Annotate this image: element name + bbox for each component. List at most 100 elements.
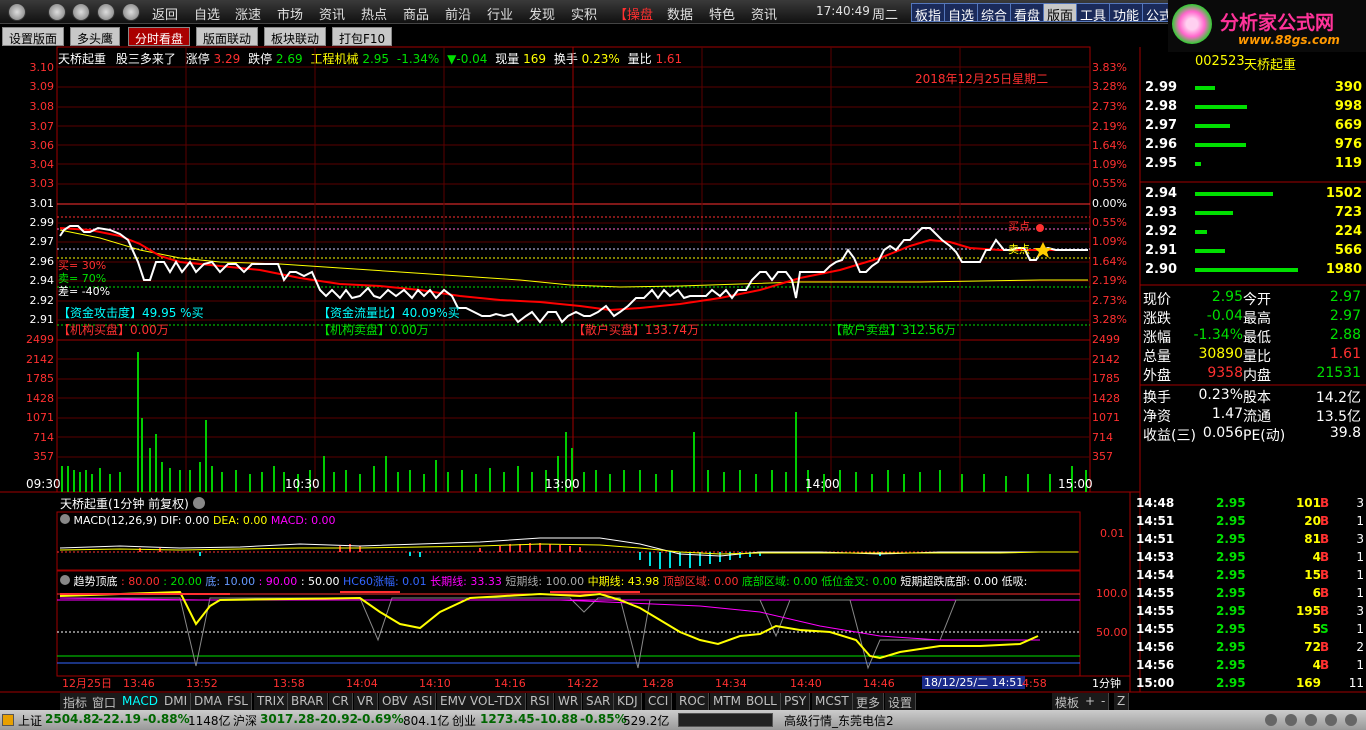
tick-direction: B [1320, 496, 1330, 510]
stock-name-right: 天桥起重 [1244, 58, 1297, 73]
indicator-tab[interactable]: MCST [812, 693, 853, 710]
trend-long: 长期线: 33.33 [430, 575, 502, 588]
vol-tick: 714 [33, 431, 54, 444]
price-tick: 3.09 [29, 80, 55, 93]
indicator-tab[interactable]: TRIX [254, 693, 289, 710]
bid-bar [1195, 230, 1207, 234]
ask-bar [1195, 143, 1246, 147]
cy-pct: -0.85% [580, 712, 627, 726]
vol-tick: 1785 [26, 372, 54, 385]
z-button[interactable]: Z [1114, 693, 1130, 710]
quote-row: 现价 2.95 今开 2.97 [1143, 289, 1365, 308]
settings-icon[interactable] [193, 497, 205, 509]
quote-value: -0.04 [1206, 308, 1243, 324]
vol-tick: 357 [33, 450, 54, 463]
cy-index: 1273.45 [480, 712, 535, 726]
indicator-tab[interactable]: SAR [583, 693, 615, 710]
indicator-tab[interactable]: KDJ [614, 693, 642, 710]
template-button[interactable]: 模板 [1052, 693, 1084, 710]
tick-price: 2.95 [1216, 550, 1246, 564]
status-bar: 上证 2504.82 -22.19 -0.88% 1148亿 沪深 3017.2… [0, 710, 1366, 730]
tick-direction: B [1320, 532, 1330, 546]
tick-price: 2.95 [1216, 496, 1246, 510]
vol-tick: 1071 [26, 411, 54, 424]
alert-icon[interactable] [1265, 714, 1277, 726]
ask-bar [1195, 105, 1247, 109]
indicator-tab[interactable]: WR [555, 693, 583, 710]
sh-pct: -0.88% [143, 712, 190, 726]
dea-value: DEA: 0.00 [212, 514, 268, 527]
tick-count: 3 [1356, 604, 1364, 618]
macd-settings-icon[interactable] [60, 514, 70, 524]
sub-time-tick: 14:28 [642, 677, 674, 690]
indicator-tab[interactable]: DMI [161, 693, 192, 710]
vol-tick: 1785 [1092, 372, 1120, 385]
indicator-tab-macd[interactable]: MACD [119, 693, 162, 710]
tick-price: 2.95 [1216, 676, 1246, 690]
quote-value: 1.61 [1329, 346, 1361, 362]
sub-time-tick: 4:58 [1022, 677, 1047, 690]
indicator-tab[interactable]: FSL [224, 693, 252, 710]
indicator-tab[interactable]: EMV [437, 693, 471, 710]
ask-bar [1195, 124, 1230, 128]
indicator-tab[interactable]: RSI [527, 693, 554, 710]
price-tick: 3.06 [29, 139, 55, 152]
quote-value: 1.47 [1211, 406, 1243, 422]
indicator-tab[interactable]: 窗口 [89, 693, 121, 710]
ask-qty: 669 [1334, 118, 1362, 133]
tick-count: 1 [1356, 586, 1364, 600]
lock-icon[interactable] [1305, 714, 1317, 726]
market-icon[interactable] [2, 714, 14, 726]
indicator-tab[interactable]: VR [354, 693, 378, 710]
pct-tick: 0.55% [1092, 177, 1127, 190]
sz-change: -20.92 [315, 712, 358, 726]
zoom-in-button[interactable]: + [1082, 693, 1100, 710]
diff-ratio: 差= -40% [58, 285, 111, 298]
sh-index: 2504.82 [45, 712, 100, 726]
indicator-tab[interactable]: BOLL [743, 693, 781, 710]
tick-count: 1 [1356, 658, 1364, 672]
indicator-tab[interactable]: 指标 [60, 693, 92, 710]
server-name[interactable]: 高级行情_东莞电信2 [784, 712, 894, 729]
message-icon[interactable] [1285, 714, 1297, 726]
trend-settings-icon[interactable] [60, 575, 70, 585]
quote-label: 涨跌 [1143, 311, 1171, 327]
period-label[interactable]: 1分钟 [1092, 677, 1121, 690]
sz-pct: -0.69% [357, 712, 404, 726]
settings-icon[interactable] [1345, 714, 1357, 726]
tick-price: 2.95 [1216, 604, 1246, 618]
quote-label: 现价 [1143, 292, 1171, 308]
indicator-tab[interactable]: BRAR [288, 693, 328, 710]
indicator-tab[interactable]: 设置 [885, 693, 917, 710]
indicator-tab[interactable]: MTM [710, 693, 746, 710]
indicator-tab[interactable]: OBV [379, 693, 412, 710]
indicator-tab[interactable]: 更多 [853, 693, 885, 710]
tick-row: 14:53 2.95 4 B 1 [1134, 550, 1366, 568]
trend-low: 低吸: [1001, 575, 1028, 588]
indicator-tab[interactable]: CCI [645, 693, 673, 710]
indicator-tab[interactable]: CR [329, 693, 353, 710]
tick-row: 14:54 2.95 15 B 1 [1134, 568, 1366, 586]
sub-time-tick: 14:16 [494, 677, 526, 690]
connect-icon[interactable] [1325, 714, 1337, 726]
bid-qty: 1980 [1325, 262, 1362, 277]
tick-count: 1 [1356, 622, 1364, 636]
tick-price: 2.95 [1216, 658, 1246, 672]
zoom-out-button[interactable]: - [1098, 693, 1110, 710]
ask-price: 2.95 [1145, 156, 1178, 171]
ask-price: 2.98 [1145, 99, 1178, 114]
tick-count: 3 [1356, 532, 1364, 546]
tick-count: 11 [1348, 676, 1364, 690]
quote-value: 0.23% [1198, 387, 1243, 403]
indicator-tab[interactable]: DMA [191, 693, 226, 710]
indicator-tab[interactable]: PSY [781, 693, 811, 710]
indicator-tab[interactable]: VOL-TDX [467, 693, 526, 710]
indicator-tab[interactable]: ROC [676, 693, 710, 710]
pct-tick: 2.19% [1092, 274, 1127, 287]
indicator-tab[interactable]: ASI [410, 693, 437, 710]
fund-flow: 【资金流量比】40.09%买 [318, 306, 460, 320]
sub-time-tick: 12月25日 [62, 677, 112, 690]
bid-bar [1195, 211, 1233, 215]
ask-row-3: 2.97 669 [1145, 118, 1365, 137]
vol-tick: 2499 [1092, 333, 1120, 346]
